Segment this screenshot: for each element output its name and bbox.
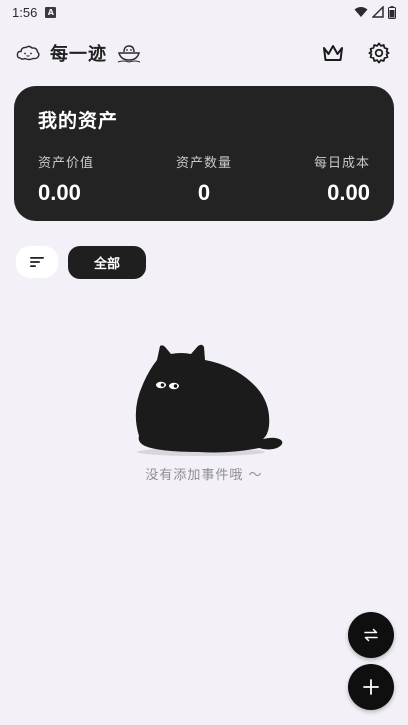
notification-a-icon: A: [45, 6, 57, 18]
filter-row: 全部: [16, 246, 146, 279]
signal-icon: [372, 6, 384, 18]
black-cat-illustration: [135, 344, 283, 456]
stat-label: 资产数量: [175, 156, 232, 171]
stat-asset-value: 资产价值 0.00: [38, 152, 94, 206]
swap-fab-button[interactable]: [348, 612, 394, 658]
status-indicators: [354, 5, 396, 19]
filter-chip-all[interactable]: 全部: [68, 246, 146, 279]
doodle-cloud-icon: [16, 45, 40, 61]
stat-value: 0.00: [327, 180, 370, 205]
brand: 每一迹: [16, 40, 141, 66]
app-screen: 1:56 A 每一迹 我的资产 资产价值 0.00 资产数量 0 每日成本 0.…: [0, 0, 408, 725]
sort-button[interactable]: [16, 246, 58, 278]
stat-value: 0: [197, 180, 211, 205]
status-bar: 1:56 A: [0, 0, 408, 24]
asset-card-title: 我的资产: [38, 110, 119, 132]
doodle-boat-icon: [117, 45, 141, 63]
settings-button[interactable]: [366, 40, 392, 66]
header-actions: [320, 40, 392, 66]
stat-daily-cost: 每日成本 0.00: [314, 152, 370, 206]
swap-icon: [364, 628, 378, 642]
app-title: 每一迹: [50, 44, 107, 65]
empty-state: 没有添加事件哦 ～: [0, 340, 408, 483]
asset-summary-card[interactable]: 我的资产 资产价值 0.00 资产数量 0 每日成本 0.00: [14, 86, 394, 221]
crown-icon: [323, 45, 343, 61]
app-header: 每一迹: [0, 34, 408, 72]
stat-label: 资产价值: [38, 156, 95, 171]
stat-value: 0.00: [38, 180, 81, 205]
sort-icon: [30, 257, 44, 267]
premium-button[interactable]: [320, 40, 346, 66]
asset-stats: 资产价值 0.00 资产数量 0 每日成本 0.00: [38, 152, 370, 206]
plus-icon: [363, 679, 379, 695]
stat-label: 每日成本: [313, 156, 370, 171]
add-fab-button[interactable]: [348, 664, 394, 710]
empty-message: 没有添加事件哦 ～: [145, 468, 263, 483]
status-time: 1:56: [12, 4, 38, 20]
stat-asset-count: 资产数量 0: [176, 152, 232, 206]
gear-icon: [368, 42, 390, 64]
battery-icon: [388, 5, 396, 19]
wifi-icon: [354, 7, 368, 17]
